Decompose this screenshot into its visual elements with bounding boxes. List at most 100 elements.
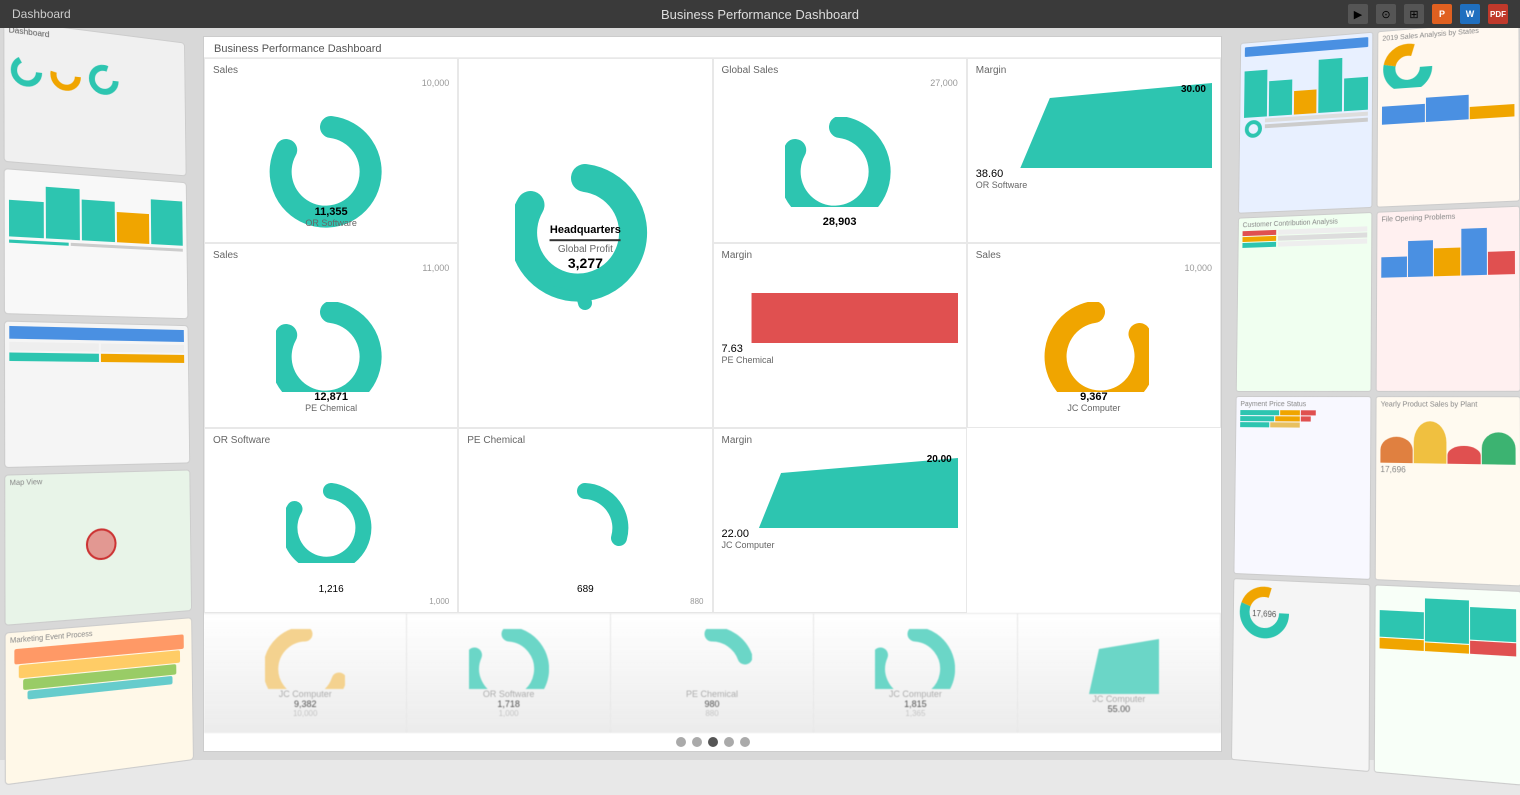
page-dot-1[interactable] xyxy=(676,737,686,747)
left-thumb-5[interactable]: Marketing Event Process xyxy=(4,617,193,786)
margin-pe-chemical-cell: Margin 7.63 PE Chemical xyxy=(713,243,967,428)
margin-jc-chart: 20.00 22.00 JC Computer xyxy=(722,448,958,550)
right-row-3: Payment Price Status xyxy=(1233,396,1520,587)
left-thumb-3[interactable] xyxy=(4,320,190,468)
or-value: 11,355 xyxy=(305,206,357,218)
sales-pe-label: Sales xyxy=(213,250,449,261)
or-small-label: OR Software xyxy=(213,435,449,446)
svg-text:17,696: 17,696 xyxy=(1252,609,1277,620)
pe-small-max: 880 xyxy=(467,597,703,606)
sales-jc-computer-cell: Sales 10,000 9,367 JC Computer xyxy=(967,243,1221,428)
margin-jc-name: JC Computer xyxy=(722,540,958,550)
right-thumb-7[interactable]: 17,696 xyxy=(1231,578,1370,772)
global-sales-value: 28,903 xyxy=(823,216,857,228)
or-small-chart: 1,216 xyxy=(213,448,449,597)
sales-or-software-cell: Sales 10,000 11,355 OR Software xyxy=(204,58,458,243)
global-sales-chart: 28,903 xyxy=(722,88,958,236)
strip-2-name: OR Software xyxy=(483,689,535,699)
topbar-center-title: Business Performance Dashboard xyxy=(661,7,859,22)
play-button[interactable]: ▶ xyxy=(1348,4,1368,24)
margin-or-chart: 30.00 38.60 OR Software xyxy=(976,78,1212,190)
bottom-strip: JC Computer 9,382 10,000 OR Software 1,7… xyxy=(204,613,1221,733)
pe-chemical-name: PE Chemical xyxy=(305,403,357,413)
left-thumb-2[interactable] xyxy=(4,169,189,320)
margin-jc-max: 20.00 xyxy=(927,454,952,465)
sales-jc-label: Sales xyxy=(976,250,1212,261)
word-button[interactable]: W xyxy=(1460,4,1480,24)
global-profit-value: 3,277 xyxy=(550,255,621,271)
global-sales-secondary: 27,000 xyxy=(722,78,958,88)
strip-cell-1: JC Computer 9,382 10,000 xyxy=(204,614,407,733)
pe-max-label: 11,000 xyxy=(213,263,449,273)
strip-4-name: JC Computer xyxy=(889,689,942,699)
strip-1-name: JC Computer xyxy=(279,689,332,699)
margin-jc-value: 22.00 xyxy=(722,528,958,540)
strip-cell-5: JC Computer 55.00 xyxy=(1018,614,1221,733)
page-dot-5[interactable] xyxy=(740,737,750,747)
page-dot-3[interactable] xyxy=(708,737,718,747)
left-panel: Dashboard xyxy=(0,28,195,760)
sales-pe-chemical-cell: Sales 11,000 12,871 PE Chemical xyxy=(204,243,458,428)
dash-title: Business Performance Dashboard xyxy=(214,43,382,55)
page-dot-4[interactable] xyxy=(724,737,734,747)
hq-donut-cell: Headquarters Global Profit 3,277 xyxy=(458,58,712,428)
right-thumb-3[interactable]: Customer Contribution Analysis xyxy=(1236,212,1373,392)
jc-computer-value: 9,367 xyxy=(1067,391,1120,403)
grid-button[interactable]: ⊞ xyxy=(1404,4,1424,24)
margin-or-max: 30.00 xyxy=(1181,84,1206,95)
margin-or-value: 38.60 xyxy=(976,168,1212,180)
strip-3-name: PE Chemical xyxy=(686,689,738,699)
right-thumb-4[interactable]: File Opening Problems xyxy=(1376,206,1520,392)
right-row-4: 17,696 xyxy=(1231,578,1520,786)
right-thumb-5[interactable]: Payment Price Status xyxy=(1233,396,1371,580)
margin-or-label: Margin xyxy=(976,65,1212,76)
page-dot-2[interactable] xyxy=(692,737,702,747)
pdf-button[interactable]: PDF xyxy=(1488,4,1508,24)
right-thumb-8[interactable] xyxy=(1374,584,1520,785)
global-sales-cell: Global Sales 27,000 28,903 xyxy=(713,58,967,243)
global-profit-label: Global Profit xyxy=(550,244,621,255)
pe-small-value: 689 xyxy=(577,584,594,595)
jc-computer-sales-chart: 9,367 JC Computer xyxy=(976,273,1212,421)
main-area: Dashboard xyxy=(0,28,1520,760)
right-thumb-1[interactable] xyxy=(1238,32,1373,214)
or-software-small-cell: OR Software 1,216 1,000 xyxy=(204,428,458,613)
or-name: OR Software xyxy=(305,218,357,228)
right-panel: 2019 Sales Analysis by States xyxy=(1230,28,1520,760)
global-donut-chart: Headquarters Global Profit 3,277 xyxy=(467,65,703,421)
margin-jc-label: Margin xyxy=(722,435,958,446)
center-panel: Business Performance Dashboard Sales 10,… xyxy=(195,28,1230,760)
global-sales-label: Global Sales xyxy=(722,65,958,76)
dash-header: Business Performance Dashboard xyxy=(204,37,1221,58)
or-software-chart: 11,355 OR Software xyxy=(213,88,449,236)
right-row-1: 2019 Sales Analysis by States xyxy=(1238,19,1520,213)
strip-cell-3: PE Chemical 980 880 xyxy=(611,614,814,733)
pe-chemical-value: 12,871 xyxy=(305,391,357,403)
dashboard-container: Business Performance Dashboard Sales 10,… xyxy=(203,36,1222,752)
ppt-button[interactable]: P xyxy=(1432,4,1452,24)
sales-or-label: Sales xyxy=(213,65,449,76)
strip-5-name: JC Computer xyxy=(1092,694,1145,704)
margin-pe-label: Margin xyxy=(722,250,958,261)
left-thumb-4[interactable]: Map View xyxy=(4,470,192,626)
right-thumb-2[interactable]: 2019 Sales Analysis by States xyxy=(1376,19,1520,207)
margin-jc-computer-cell: Margin 20.00 22.00 JC Computer xyxy=(713,428,967,613)
pe-small-chart: 689 xyxy=(467,448,703,597)
jc-computer-name: JC Computer xyxy=(1067,403,1120,413)
pagination xyxy=(204,733,1221,751)
margin-or-software-cell: Margin 30.00 38.60 OR Software xyxy=(967,58,1221,243)
pe-chemical-sales-chart: 12,871 PE Chemical xyxy=(213,273,449,421)
right-thumb-6[interactable]: Yearly Product Sales by Plant 17,696 xyxy=(1375,396,1520,586)
margin-or-name: OR Software xyxy=(976,180,1212,190)
next-button[interactable]: ⊙ xyxy=(1376,4,1396,24)
strip-cell-2: OR Software 1,718 1,000 xyxy=(407,614,610,733)
pe-chemical-small-cell: PE Chemical 689 880 xyxy=(458,428,712,613)
left-thumb-1[interactable]: Dashboard xyxy=(3,19,186,176)
hq-label: Headquarters xyxy=(550,224,621,241)
margin-pe-value: 7.63 xyxy=(722,343,958,355)
margin-pe-name: PE Chemical xyxy=(722,355,958,365)
jc-max-label: 10,000 xyxy=(976,263,1212,273)
strip-cell-4: JC Computer 1,815 1,365 xyxy=(814,614,1017,733)
or-small-value: 1,216 xyxy=(319,584,344,595)
pe-small-label: PE Chemical xyxy=(467,435,703,446)
